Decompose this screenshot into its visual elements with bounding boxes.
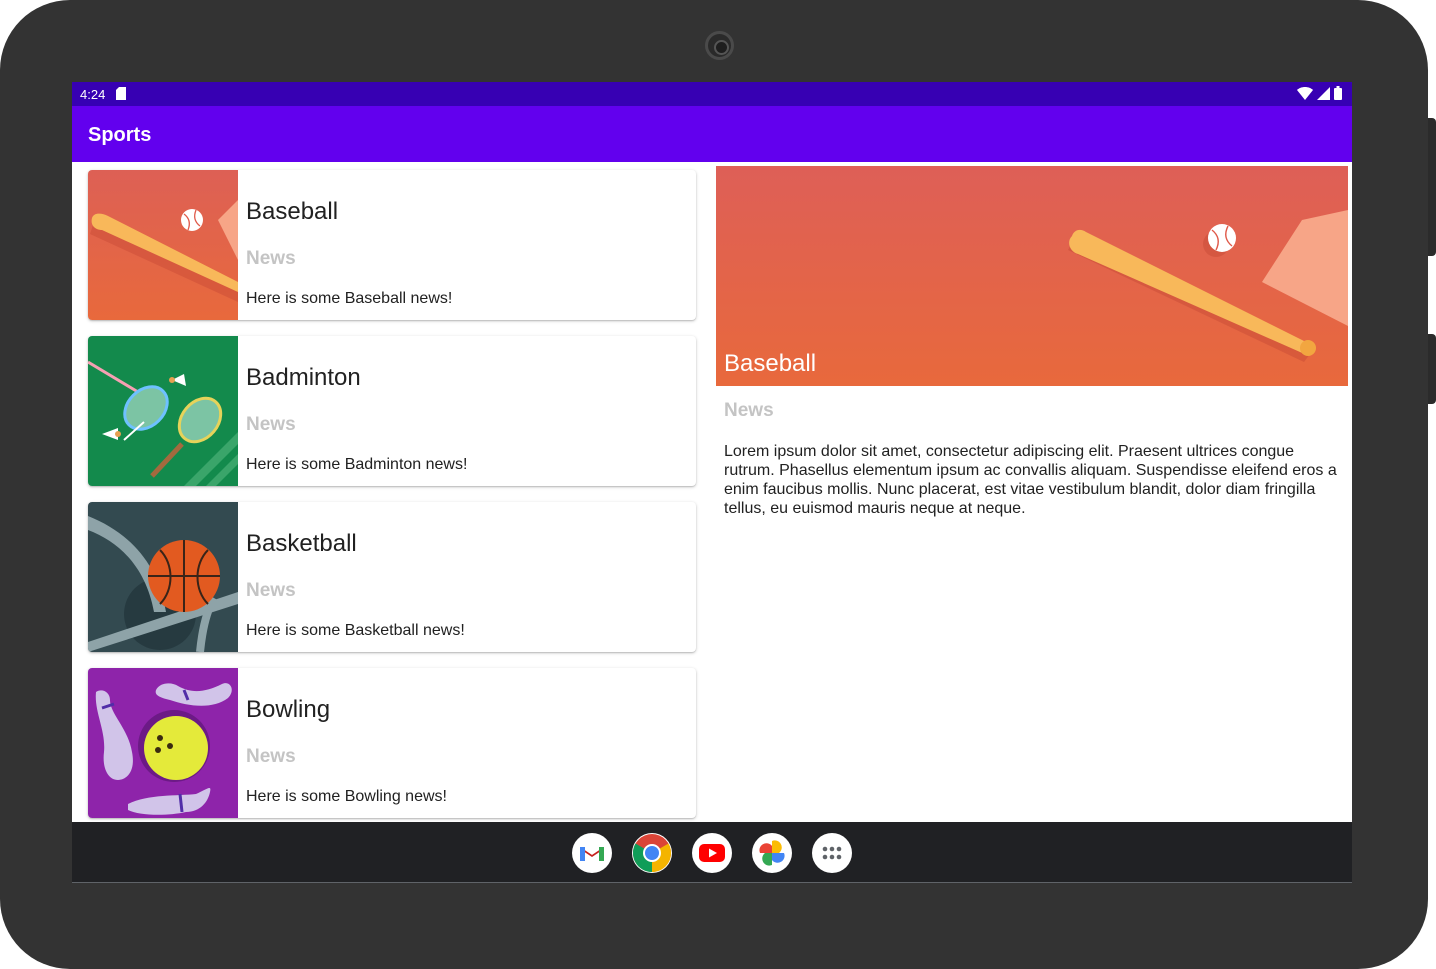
- bowling-image: [88, 668, 238, 818]
- battery-icon: [1334, 86, 1342, 100]
- sport-card-bowling[interactable]: Bowling News Here is some Bowling news!: [88, 668, 696, 818]
- tablet-frame: 4:24 Sports Baseball News Here is some B…: [0, 0, 1436, 969]
- status-bar: 4:24: [72, 82, 1352, 106]
- baseball-image: [88, 170, 238, 320]
- sport-card-badminton[interactable]: Badminton News Here is some Badminton ne…: [88, 336, 696, 486]
- status-icons: [1297, 86, 1342, 100]
- chrome-icon[interactable]: [632, 833, 672, 873]
- sport-subtitle: News: [246, 414, 296, 435]
- status-time: 4:24: [80, 87, 106, 102]
- sport-title: Badminton: [246, 364, 361, 391]
- sport-description: Here is some Bowling news!: [246, 788, 447, 805]
- photos-icon[interactable]: [752, 833, 792, 873]
- badminton-image: [88, 336, 238, 486]
- app-bar: Sports: [72, 106, 1352, 162]
- sport-description: Here is some Basketball news!: [246, 622, 465, 639]
- taskbar: [72, 822, 1352, 883]
- detail-subtitle: News: [724, 400, 774, 421]
- detail-title: Baseball: [724, 350, 817, 377]
- sd-card-icon: [116, 87, 126, 100]
- camera-icon: [705, 31, 734, 60]
- sport-subtitle: News: [246, 746, 296, 767]
- sport-title: Bowling: [246, 696, 331, 723]
- sport-description: Here is some Badminton news!: [246, 456, 468, 473]
- app-title: Sports: [88, 124, 152, 146]
- wifi-icon: [1297, 86, 1313, 100]
- sport-description: Here is some Baseball news!: [246, 290, 453, 307]
- sports-list[interactable]: Baseball News Here is some Baseball news…: [72, 162, 712, 822]
- signal-icon: [1317, 86, 1330, 100]
- power-button: [1428, 118, 1436, 256]
- sport-subtitle: News: [246, 248, 296, 269]
- app-drawer-icon[interactable]: [812, 833, 852, 873]
- sport-card-baseball[interactable]: Baseball News Here is some Baseball news…: [88, 170, 696, 320]
- gmail-icon[interactable]: [572, 833, 612, 873]
- detail-body: Lorem ipsum dolor sit amet, consectetur …: [724, 443, 1337, 517]
- sport-detail: Baseball News Lorem ipsum dolor sit amet…: [716, 166, 1348, 822]
- basketball-image: [88, 502, 238, 652]
- sport-title: Baseball: [246, 198, 339, 225]
- screen: 4:24 Sports Baseball News Here is some B…: [72, 82, 1352, 883]
- dock: [572, 833, 852, 873]
- youtube-icon[interactable]: [692, 833, 732, 873]
- sport-title: Basketball: [246, 530, 357, 557]
- sport-subtitle: News: [246, 580, 296, 601]
- volume-button: [1428, 334, 1436, 404]
- sport-card-basketball[interactable]: Basketball News Here is some Basketball …: [88, 502, 696, 652]
